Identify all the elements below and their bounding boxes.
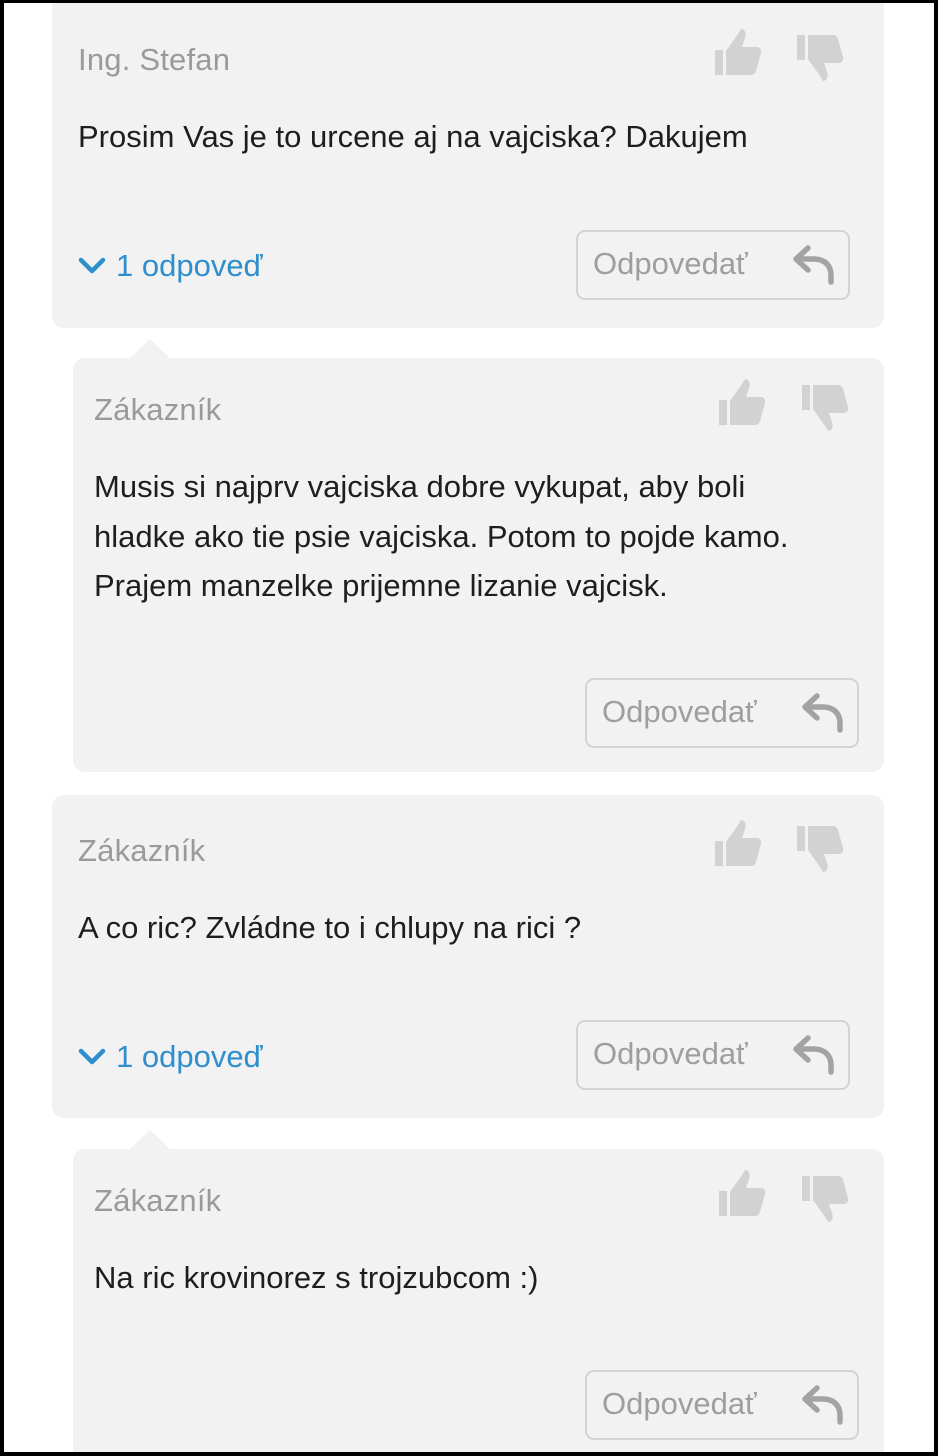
reply-arrow-icon bbox=[801, 692, 845, 734]
reply-button[interactable]: Odpovedať bbox=[585, 678, 859, 748]
thumbs-down-icon[interactable] bbox=[801, 1173, 851, 1223]
thumbs-down-icon[interactable] bbox=[796, 823, 846, 873]
comment-text-line: Musis si najprv vajciska dobre vykupat, … bbox=[94, 469, 746, 504]
comment-author: Zákazník bbox=[78, 833, 206, 868]
thumbs-up-icon[interactable] bbox=[718, 1169, 768, 1219]
comment-author: Ing. Stefan bbox=[78, 42, 231, 77]
comment-card: Zákazník A co ric? Zvládne to i chlupy n… bbox=[52, 795, 884, 1118]
thumbs-down-icon[interactable] bbox=[801, 382, 851, 432]
comment-text-line: Prajem manzelke prijemne lizanie vajcisk… bbox=[94, 568, 668, 603]
show-replies-link[interactable]: 1 odpoveď bbox=[78, 248, 263, 284]
reply-card: Zákazník Na ric krovinorez s trojzubcom … bbox=[73, 1149, 884, 1456]
reply-arrow-icon bbox=[792, 244, 836, 286]
chevron-down-icon bbox=[78, 256, 106, 276]
reply-button-label: Odpovedať bbox=[602, 694, 757, 729]
reply-button[interactable]: Odpovedať bbox=[576, 1020, 850, 1090]
comment-text: Prosim Vas je to urcene aj na vajciska? … bbox=[78, 119, 748, 154]
reply-button[interactable]: Odpovedať bbox=[576, 230, 850, 300]
thumbs-down-icon[interactable] bbox=[796, 32, 846, 82]
reply-button-label: Odpovedať bbox=[602, 1386, 757, 1421]
comment-text-line: hladke ako tie psie vajciska. Potom to p… bbox=[94, 518, 789, 554]
reply-arrow-icon bbox=[792, 1034, 836, 1076]
reply-button-label: Odpovedať bbox=[593, 246, 748, 281]
chevron-down-icon bbox=[78, 1047, 106, 1067]
reply-button[interactable]: Odpovedať bbox=[585, 1370, 859, 1440]
reply-button-label: Odpovedať bbox=[593, 1036, 748, 1071]
comment-text: A co ric? Zvládne to i chlupy na rici ? bbox=[78, 910, 582, 945]
reply-thread-pointer bbox=[130, 1130, 170, 1149]
reply-arrow-icon bbox=[801, 1384, 845, 1426]
thumbs-up-icon[interactable] bbox=[718, 378, 768, 428]
comment-author: Zákazník bbox=[94, 392, 222, 427]
replies-count-label: 1 odpoveď bbox=[116, 1039, 263, 1074]
thumbs-up-icon[interactable] bbox=[714, 28, 764, 78]
reply-card: Zákazník Musis si najprv vajciska dobre … bbox=[73, 358, 884, 772]
comment-text: Na ric krovinorez s trojzubcom :) bbox=[94, 1260, 539, 1295]
comment-author: Zákazník bbox=[94, 1183, 222, 1218]
comment-text: Musis si najprv vajciska dobre vykupat, … bbox=[94, 462, 788, 611]
comment-card: Ing. Stefan Prosim Vas je to urcene aj n… bbox=[52, 0, 884, 328]
thumbs-up-icon[interactable] bbox=[714, 819, 764, 869]
show-replies-link[interactable]: 1 odpoveď bbox=[78, 1039, 263, 1075]
replies-count-label: 1 odpoveď bbox=[116, 248, 263, 283]
reply-thread-pointer bbox=[130, 339, 170, 358]
